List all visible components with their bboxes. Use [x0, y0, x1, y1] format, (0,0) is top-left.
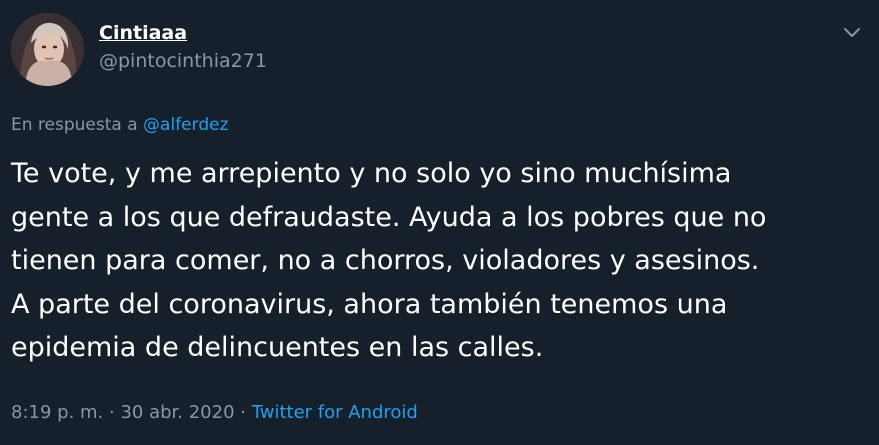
meta-separator: · — [103, 402, 121, 423]
avatar[interactable] — [11, 13, 84, 86]
reply-context: En respuesta a @alferdez — [11, 115, 229, 135]
tweet-meta: 8:19 p. m. · 30 abr. 2020 · Twitter for … — [11, 402, 418, 423]
avatar-image — [11, 13, 84, 86]
user-handle[interactable]: @pintocinthia271 — [99, 50, 267, 72]
reply-mention-link[interactable]: @alferdez — [143, 115, 228, 135]
tweet-source-link[interactable]: Twitter for Android — [252, 402, 418, 423]
tweet-card: Cintiaaa @pintocinthia271 En respuesta a… — [0, 0, 879, 445]
tweet-text: Te vote, y me arrepiento y no solo yo si… — [11, 158, 767, 363]
tweet-time[interactable]: 8:19 p. m. — [11, 402, 103, 423]
tweet-date[interactable]: 30 abr. 2020 — [120, 402, 234, 423]
chevron-down-icon[interactable] — [840, 20, 864, 44]
reply-prefix: En respuesta a — [11, 115, 138, 135]
meta-separator: · — [234, 402, 252, 423]
display-name[interactable]: Cintiaaa — [99, 22, 187, 44]
